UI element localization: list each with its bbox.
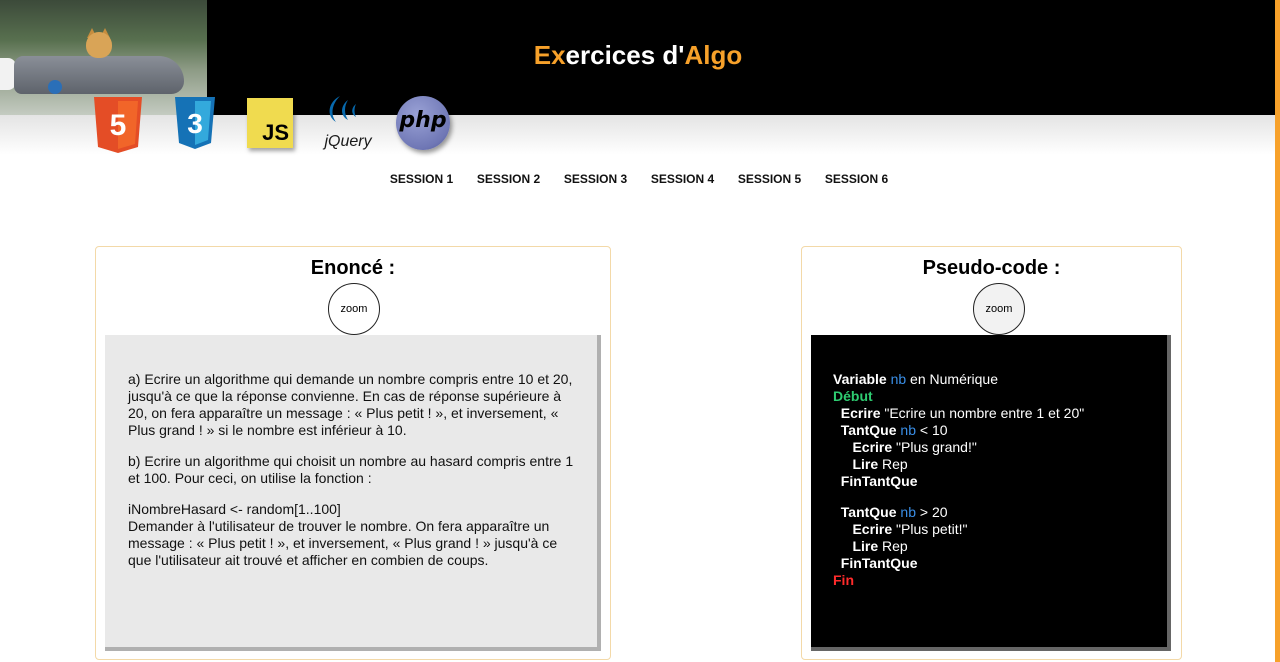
code-line-10: Lire Rep	[852, 538, 908, 554]
enonce-function-line: iNombreHasard <- random[1..100]	[128, 501, 341, 517]
enonce-panel: Enoncé : zoom a) Ecrire un algorithme qu…	[95, 246, 611, 660]
right-accent-strip	[1275, 0, 1280, 662]
code-line-4: TantQue nb < 10	[840, 422, 948, 438]
nav-session-5[interactable]: SESSION 5	[726, 172, 813, 190]
code-line-8: TantQue nb > 20	[840, 504, 948, 520]
javascript-logo-icon: JS	[247, 98, 293, 148]
pseudo-code-box: Variable nb en Numérique Début Ecrire "E…	[811, 335, 1171, 651]
code-line-12: Fin	[833, 572, 854, 588]
jquery-logo-icon: jQuery	[322, 96, 373, 150]
session-nav: SESSION 1 SESSION 2 SESSION 3 SESSION 4 …	[378, 172, 900, 190]
svg-text:jQuery: jQuery	[322, 133, 372, 150]
svg-text:5: 5	[110, 109, 127, 142]
code-line-9: Ecrire "Plus petit!"	[852, 521, 968, 537]
code-line-3: Ecrire "Ecrire un nombre entre 1 et 20"	[840, 405, 1085, 421]
code-line-5: Ecrire "Plus grand!"	[852, 439, 977, 455]
svg-text:3: 3	[187, 108, 203, 139]
enonce-zoom-button[interactable]: zoom	[328, 283, 380, 335]
nav-session-3[interactable]: SESSION 3	[552, 172, 639, 190]
nav-session-4[interactable]: SESSION 4	[639, 172, 726, 190]
pseudo-code-title: Pseudo-code :	[922, 257, 1061, 279]
pseudo-code-panel: Pseudo-code : zoom Variable nb en Numéri…	[801, 246, 1182, 660]
site-title: Exercices d'Algo	[533, 40, 743, 70]
enonce-instruction: Demander à l'utilisateur de trouver le n…	[128, 518, 558, 568]
code-line-1: Variable nb en Numérique	[833, 371, 998, 387]
enonce-paragraph-b: b) Ecrire un algorithme qui choisit un n…	[128, 453, 574, 486]
enonce-paragraph-a: a) Ecrire un algorithme qui demande un n…	[128, 371, 573, 438]
php-logo-icon: php	[396, 96, 450, 150]
enonce-text-box: a) Ecrire un algorithme qui demande un n…	[105, 335, 601, 651]
pseudo-code-zoom-button[interactable]: zoom	[973, 283, 1025, 335]
nav-session-6[interactable]: SESSION 6	[813, 172, 900, 190]
enonce-title: Enoncé :	[310, 257, 396, 279]
nav-session-1[interactable]: SESSION 1	[378, 172, 465, 190]
code-line-6: Lire Rep	[852, 456, 908, 472]
html5-logo-icon: 5	[94, 97, 142, 153]
nav-session-2[interactable]: SESSION 2	[465, 172, 552, 190]
css3-logo-icon: 3	[175, 97, 215, 149]
code-line-11: FinTantQue	[840, 555, 918, 571]
code-line-7: FinTantQue	[840, 473, 918, 489]
code-line-2: Début	[833, 388, 873, 404]
